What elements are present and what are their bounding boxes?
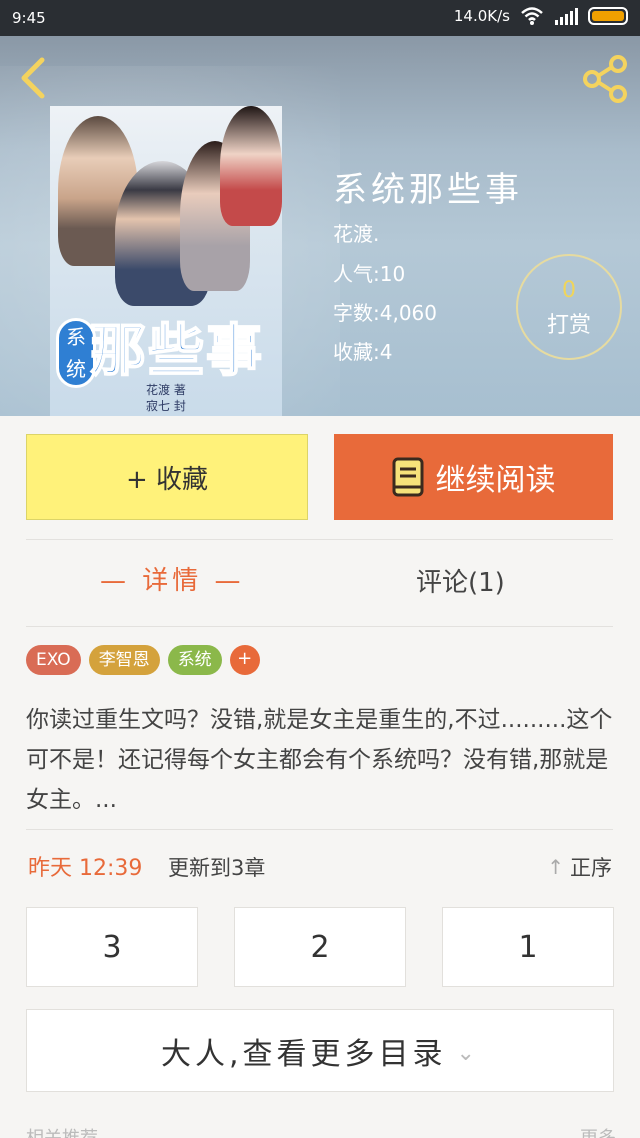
book-icon bbox=[392, 457, 423, 497]
section-title-partial: 相关推荐 bbox=[26, 1124, 98, 1138]
synopsis[interactable]: 你读过重生文吗？没错,就是女主是重生的,不过.........这个可不是！还记得… bbox=[26, 700, 614, 820]
chevron-down-icon: ⌄ bbox=[456, 1041, 479, 1066]
add-tag-button[interactable]: + bbox=[229, 645, 260, 675]
reward-button[interactable]: 0 打赏 bbox=[516, 254, 622, 360]
cover-designer-line: 寂七 封 bbox=[146, 399, 186, 413]
tag[interactable]: 李智恩 bbox=[88, 645, 160, 675]
sort-toggle[interactable]: ↑ 正序 bbox=[547, 852, 612, 882]
wifi-icon bbox=[521, 7, 543, 25]
book-header: 系统 那些事 花渡 著 寂七 封 系统那些事 花渡. 人气:10 字数:4,06… bbox=[0, 36, 640, 416]
tag[interactable]: 系统 bbox=[167, 645, 222, 675]
continue-reading-label: 继续阅读 bbox=[435, 463, 556, 498]
cover-author-line: 花渡 著 bbox=[146, 383, 186, 397]
update-text: 更新到3章 bbox=[168, 856, 266, 880]
reward-label: 打赏 bbox=[546, 313, 591, 338]
tag-list: EXO 李智恩 系统 + bbox=[26, 645, 260, 675]
book-author[interactable]: 花渡. bbox=[333, 218, 379, 247]
sort-arrow-icon: ↑ bbox=[547, 855, 564, 879]
chapter-button[interactable]: 1 bbox=[442, 907, 614, 987]
add-favorite-label: + 收藏 bbox=[125, 464, 209, 495]
update-time: 昨天 12:39 bbox=[28, 856, 143, 881]
status-indicators: 14.0K/s bbox=[454, 6, 628, 26]
back-arrow-icon[interactable] bbox=[14, 56, 54, 100]
divider bbox=[26, 539, 613, 540]
book-title: 系统那些事 bbox=[333, 170, 523, 210]
cover-credits: 花渡 著 寂七 封 bbox=[146, 382, 186, 414]
continue-reading-button[interactable]: 继续阅读 bbox=[334, 434, 613, 520]
book-cover[interactable]: 系统 那些事 花渡 著 寂七 封 bbox=[50, 106, 282, 416]
network-speed: 14.0K/s bbox=[453, 7, 510, 25]
cover-figure bbox=[220, 106, 282, 226]
more-catalog-button[interactable]: 大人,查看更多目录 ⌄ bbox=[26, 1009, 614, 1092]
share-icon[interactable] bbox=[580, 54, 630, 104]
section-more-partial[interactable]: 更多 bbox=[580, 1124, 616, 1138]
more-catalog-label: 大人,查看更多目录 bbox=[161, 1036, 447, 1072]
chapter-button[interactable]: 2 bbox=[234, 907, 406, 987]
status-bar: 9:45 14.0K/s bbox=[0, 0, 640, 36]
chapter-button[interactable]: 3 bbox=[26, 907, 198, 987]
tab-detail[interactable]: — 详情 — bbox=[100, 560, 245, 597]
book-favorites: 收藏:4 bbox=[333, 340, 393, 364]
chapter-list: 3 2 1 bbox=[26, 907, 614, 987]
tab-comments[interactable]: 评论(1) bbox=[416, 562, 505, 599]
reward-count: 0 bbox=[562, 278, 576, 303]
divider bbox=[26, 626, 613, 627]
battery-icon bbox=[588, 7, 628, 25]
signal-icon bbox=[555, 8, 578, 25]
cover-title: 那些事 bbox=[89, 318, 264, 385]
book-popularity: 人气:10 bbox=[333, 262, 406, 286]
tag[interactable]: EXO bbox=[26, 645, 81, 675]
divider bbox=[26, 829, 613, 830]
add-favorite-button[interactable]: + 收藏 bbox=[26, 434, 308, 520]
status-time: 9:45 bbox=[12, 9, 46, 27]
book-word-count: 字数:4,060 bbox=[333, 301, 437, 325]
sort-label: 正序 bbox=[570, 856, 612, 880]
